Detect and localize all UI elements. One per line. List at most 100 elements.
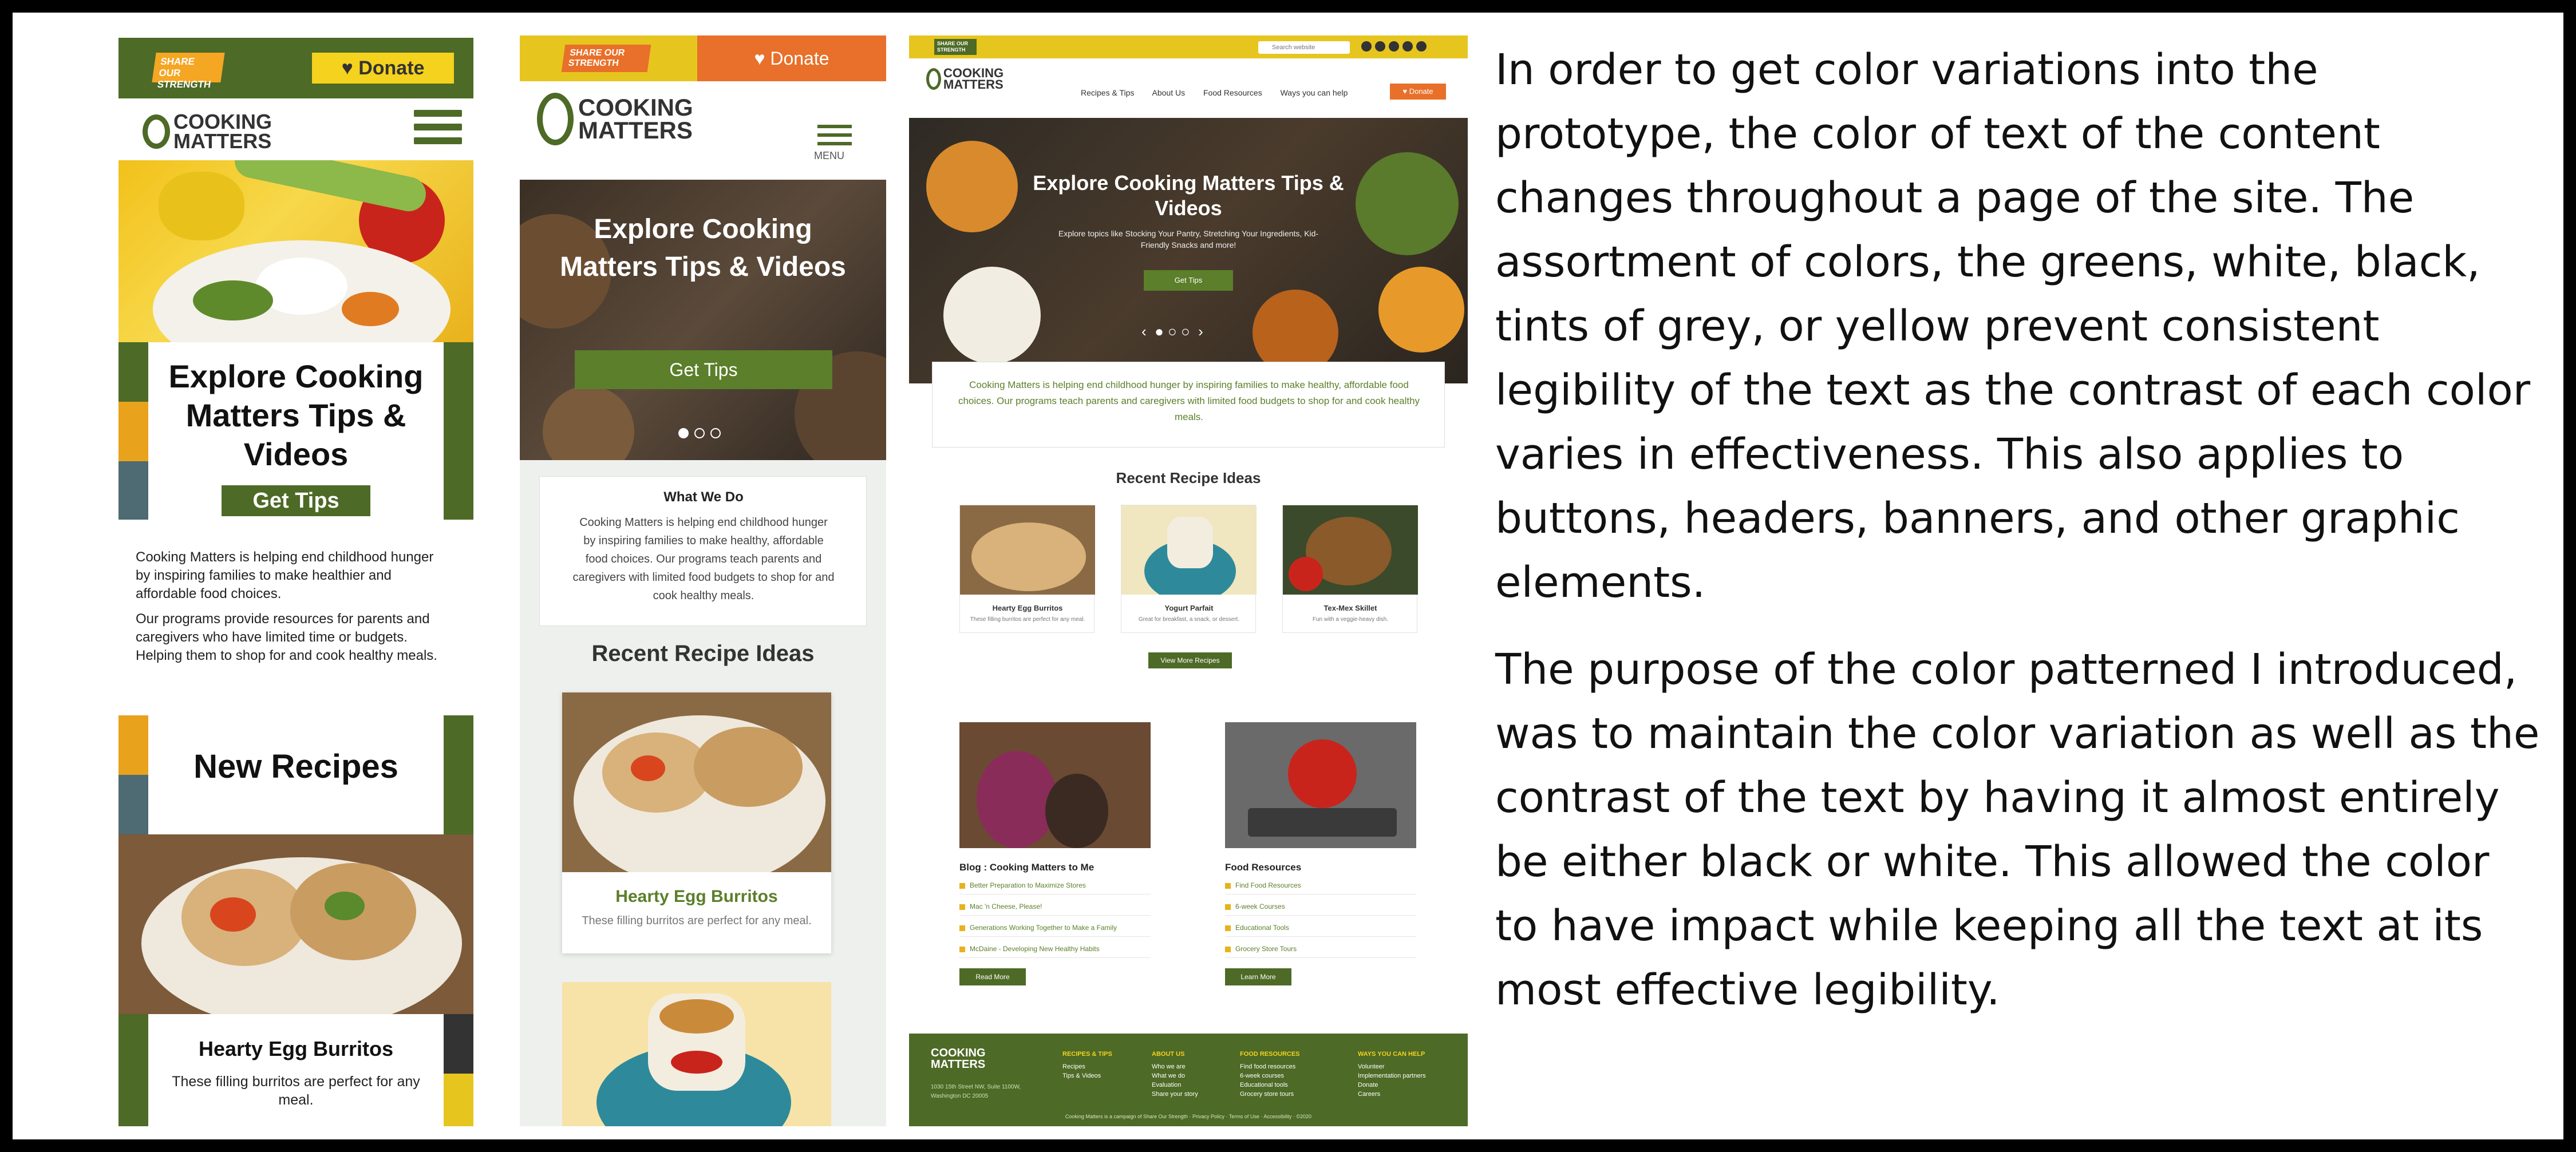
intro-paragraph-2: Our programs provide resources for paren… [136, 611, 437, 663]
recipe-description: These filling burritos are perfect for a… [582, 915, 812, 927]
footer-link[interactable]: Educational tools [1240, 1080, 1300, 1090]
nav-recipes-tips[interactable]: Recipes & Tips [1081, 88, 1134, 97]
recipe-card[interactable]: Hearty Egg Burritos These filling burrit… [959, 505, 1095, 633]
resource-link[interactable]: Educational Tools [1225, 924, 1416, 937]
blog-photo[interactable] [959, 722, 1151, 848]
footer-link[interactable]: Share your story [1152, 1090, 1198, 1099]
right-color-stripe [444, 715, 473, 834]
recipe-card[interactable]: Hearty Egg Burritos These filling burrit… [562, 692, 831, 953]
apple-books-photo[interactable] [1225, 722, 1416, 848]
footer-link[interactable]: Evaluation [1152, 1080, 1198, 1090]
donate-button[interactable]: ♥ Donate [1390, 84, 1446, 100]
learn-more-button[interactable]: Learn More [1225, 968, 1291, 985]
recipe-title[interactable]: Hearty Egg Burritos [562, 887, 831, 906]
footer-column: WAYS YOU CAN HELP Volunteer Implementati… [1358, 1051, 1426, 1099]
email-icon[interactable] [1416, 41, 1427, 52]
nav-ways-to-help[interactable]: Ways you can help [1281, 88, 1348, 97]
recipe-card[interactable]: Tex-Mex Skillet Fun with a veggie-heavy … [1282, 505, 1418, 633]
blog-link[interactable]: McDaine - Developing New Healthy Habits [959, 945, 1151, 958]
cooking-matters-logo[interactable]: COOKING MATTERS [926, 66, 1006, 92]
blog-link[interactable]: Mac 'n Cheese, Please! [959, 902, 1151, 916]
heart-icon: ♥ [341, 57, 359, 79]
footer-copyright: Cooking Matters is a campaign of Share O… [1065, 1114, 1312, 1119]
resource-link[interactable]: Find Food Resources [1225, 881, 1416, 894]
footer-link[interactable]: Grocery store tours [1240, 1090, 1300, 1099]
footer-link[interactable]: Who we are [1152, 1062, 1198, 1071]
desktop-mockup: SHARE OUR STRENGTH Search website COOKIN… [909, 35, 1468, 1126]
youtube-icon[interactable] [1402, 41, 1413, 52]
nav-about-us[interactable]: About Us [1152, 88, 1186, 97]
top-banner-left: SHARE OUR STRENGTH [520, 35, 697, 81]
hero-title: Explore Cooking Matters Tips & Videos [1033, 171, 1344, 220]
recipe-description: Fun with a veggie-heavy dish. [1312, 616, 1389, 623]
chevron-left-icon[interactable]: ‹ [1141, 323, 1147, 340]
footer-link[interactable]: Recipes [1062, 1062, 1112, 1071]
what-we-do-card: What We Do Cooking Matters is helping en… [539, 476, 867, 626]
footer-column: RECIPES & TIPS Recipes Tips & Videos [1062, 1051, 1112, 1080]
intro-paragraph-1: Cooking Matters is helping end childhood… [136, 549, 434, 601]
recipe-description: These filling burritos are perfect for a… [970, 616, 1085, 623]
footer-link[interactable]: Find food resources [1240, 1062, 1300, 1071]
resource-link[interactable]: 6-week Courses [1225, 902, 1416, 916]
burrito-photo [960, 505, 1095, 595]
share-our-strength-badge[interactable]: SHARE OUR STRENGTH [934, 39, 977, 55]
logo-mark-icon [926, 68, 941, 90]
get-tips-button[interactable]: Get Tips [222, 485, 370, 516]
share-our-strength-badge[interactable]: SHARE OUR STRENGTH [561, 45, 651, 72]
hamburger-menu-icon[interactable] [817, 125, 852, 151]
footer-link[interactable]: What we do [1152, 1071, 1198, 1080]
right-color-stripes [444, 1014, 473, 1126]
footer-link[interactable]: Tips & Videos [1062, 1071, 1112, 1080]
recipe-card[interactable]: Yogurt Parfait Great for breakfast, a sn… [1121, 505, 1257, 633]
footer-link[interactable]: Volunteer [1358, 1062, 1426, 1071]
footer-link[interactable]: 6-week courses [1240, 1071, 1300, 1080]
footer-logo[interactable]: COOKING MATTERS [931, 1047, 999, 1070]
recipe-title[interactable]: Hearty Egg Burritos [148, 1037, 444, 1061]
left-color-stripes [118, 342, 148, 520]
donate-button[interactable]: ♥ Donate [312, 53, 454, 84]
share-our-strength-badge[interactable]: SHARE OUR STRENGTH [152, 53, 225, 90]
recipe-description: Great for breakfast, a snack, or dessert… [1138, 616, 1240, 623]
food-resources-column: Food Resources Find Food Resources 6-wee… [1225, 722, 1416, 985]
rationale-paragraph-2: The purpose of the color patterned I int… [1495, 645, 2540, 1015]
parfait-photo[interactable] [562, 982, 831, 1126]
donate-label: Donate [358, 57, 425, 79]
top-banner: SHARE OUR STRENGTH ♥ Donate [118, 38, 473, 98]
footer-column: FOOD RESOURCES Find food resources 6-wee… [1240, 1051, 1300, 1099]
right-color-stripe [444, 342, 473, 520]
donate-button[interactable]: ♥ Donate [697, 35, 886, 81]
site-footer: COOKING MATTERS 1030 15th Street NW, Sui… [909, 1034, 1468, 1126]
recipe-title[interactable]: Hearty Egg Burritos [960, 604, 1095, 612]
nav-food-resources[interactable]: Food Resources [1203, 88, 1262, 97]
pinterest-icon[interactable] [1375, 41, 1385, 52]
cooking-matters-logo[interactable]: COOKING MATTERS [143, 112, 272, 152]
cooking-matters-logo[interactable]: COOKING MATTERS [537, 93, 693, 145]
blog-link[interactable]: Generations Working Together to Make a F… [959, 924, 1151, 937]
mobile-redesign-mockup: SHARE OUR STRENGTH ♥ Donate COOKING MATT… [118, 38, 473, 1126]
logo-mark-icon [537, 93, 574, 145]
rationale-paragraph-1: In order to get color variations into th… [1495, 45, 2531, 607]
get-tips-button[interactable]: Get Tips [1144, 270, 1233, 291]
blog-link[interactable]: Better Preparation to Maximize Stores [959, 881, 1151, 894]
read-more-button[interactable]: Read More [959, 968, 1026, 985]
what-we-do-title: What We Do [663, 489, 744, 505]
footer-link[interactable]: Donate [1358, 1080, 1426, 1090]
facebook-icon[interactable] [1361, 41, 1372, 52]
carousel-controls[interactable]: ‹ ● ○ ○ › [1141, 323, 1203, 341]
menu-label[interactable]: MENU [814, 150, 844, 162]
view-more-recipes-button[interactable]: View More Recipes [1148, 652, 1232, 668]
hamburger-menu-icon[interactable] [414, 110, 462, 151]
resource-link[interactable]: Grocery Store Tours [1225, 945, 1416, 958]
recipe-title[interactable]: Tex-Mex Skillet [1283, 604, 1418, 612]
burrito-photo[interactable] [118, 834, 473, 1014]
recipe-title[interactable]: Yogurt Parfait [1121, 604, 1257, 612]
chevron-right-icon[interactable]: › [1198, 323, 1203, 340]
footer-link[interactable]: Careers [1358, 1090, 1426, 1099]
search-input[interactable]: Search website [1258, 41, 1350, 54]
carousel-dots[interactable] [675, 428, 724, 441]
get-tips-button[interactable]: Get Tips [575, 350, 832, 389]
twitter-icon[interactable] [1389, 41, 1399, 52]
footer-link[interactable]: Implementation partners [1358, 1071, 1426, 1080]
logo-text: COOKING MATTERS [943, 66, 1004, 92]
donate-label: Donate [770, 48, 829, 69]
